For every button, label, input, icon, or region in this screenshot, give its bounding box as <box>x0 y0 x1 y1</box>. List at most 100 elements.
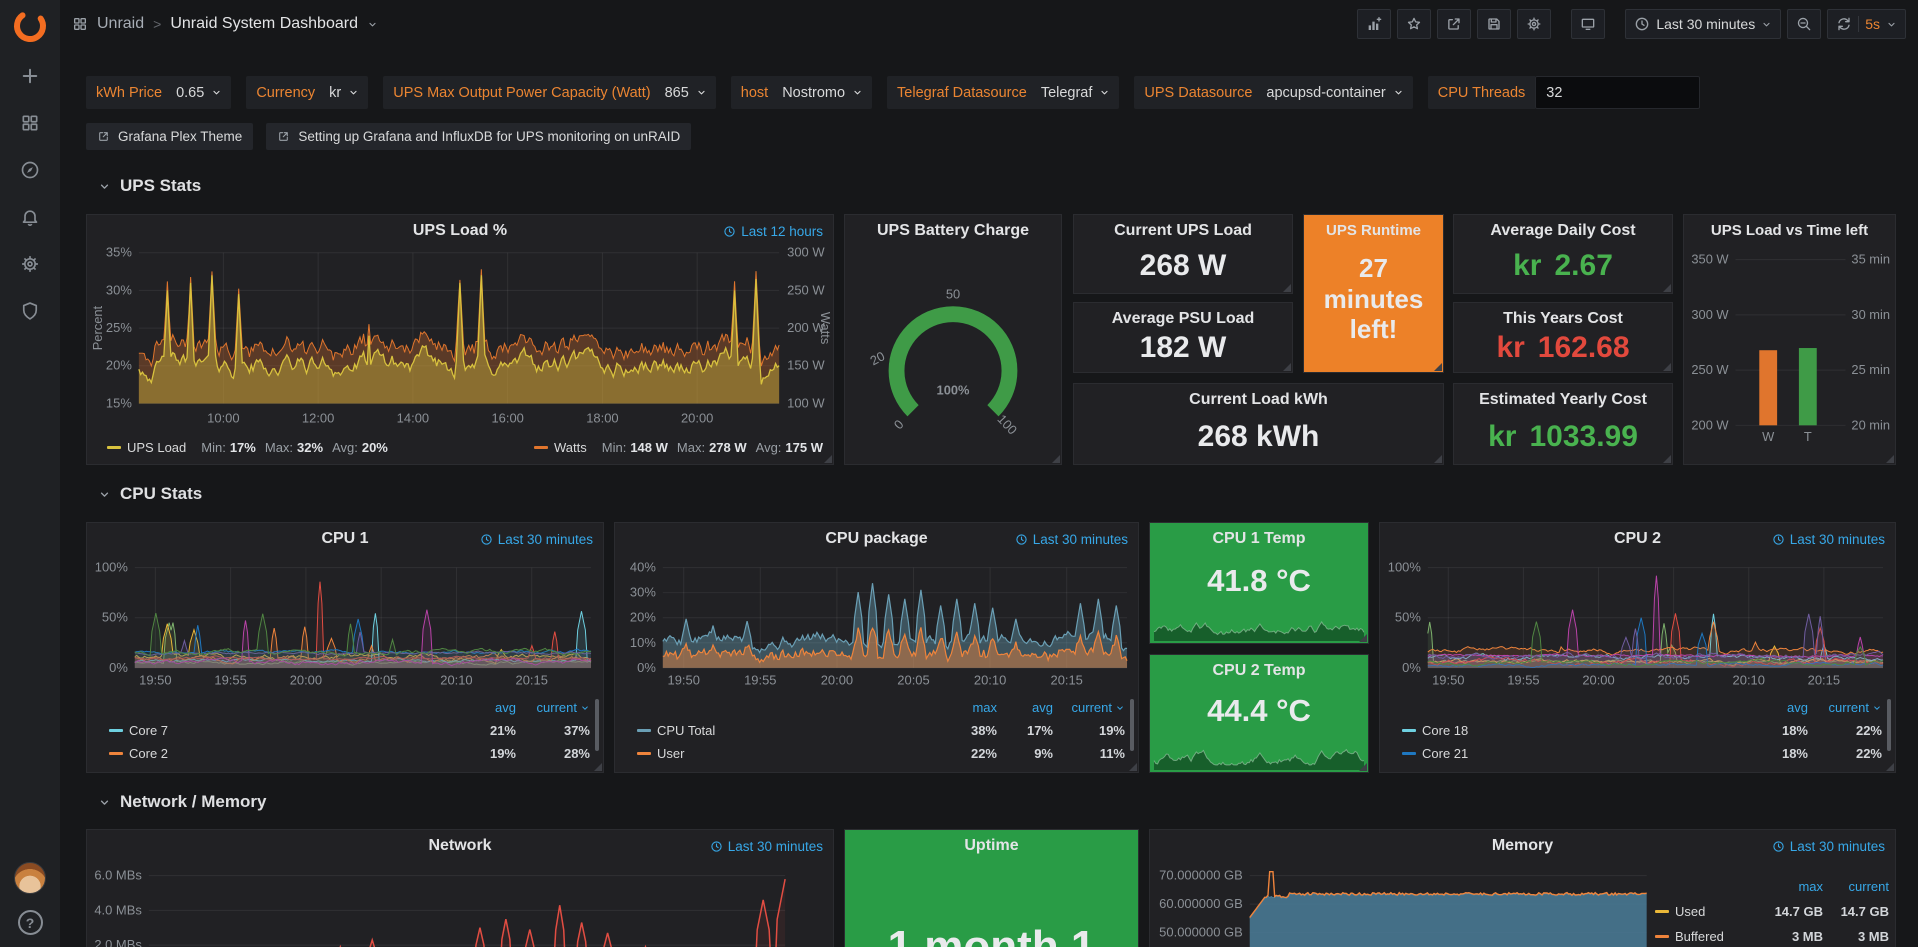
grafana-logo[interactable] <box>0 0 60 52</box>
series-swatch-icon <box>637 729 651 732</box>
variable-value[interactable]: Telegraf <box>1037 76 1120 109</box>
legend-row[interactable]: Core 21 18% 22% <box>1402 742 1882 765</box>
zoom-out-button[interactable] <box>1787 9 1821 39</box>
panel-title[interactable]: CPU 1 Temp <box>1150 530 1368 548</box>
help-icon[interactable]: ? <box>18 910 43 935</box>
legend-item[interactable]: UPS Load Min:17% Max:32% Avg:20% <box>107 440 388 455</box>
series-name[interactable]: Watts <box>554 440 587 455</box>
variable-cpu-threads[interactable]: CPU Threads <box>1428 76 1701 109</box>
panel-title[interactable]: Current Load kWh <box>1074 391 1443 409</box>
legend-scrollbar[interactable] <box>595 699 599 751</box>
cycle-view-mode-button[interactable] <box>1571 9 1605 39</box>
section-cpu-stats[interactable]: CPU Stats <box>98 484 202 504</box>
panel-time-range[interactable]: Last 30 minutes <box>480 532 593 547</box>
panel-title[interactable]: This Years Cost <box>1454 310 1672 328</box>
legend-scrollbar[interactable] <box>1887 699 1891 751</box>
page-title[interactable]: Unraid System Dashboard <box>170 15 358 33</box>
add-panel-button[interactable] <box>1357 9 1391 39</box>
star-dashboard-button[interactable] <box>1397 9 1431 39</box>
variable-ups-datasource[interactable]: UPS Datasourceapcupsd-container <box>1134 76 1412 109</box>
panel-title[interactable]: Average PSU Load <box>1074 310 1292 328</box>
legend-row[interactable]: Core 2 19% 28% <box>109 742 590 765</box>
legend-scrollbar[interactable] <box>1130 699 1134 751</box>
series-name[interactable]: Core 2 <box>129 746 168 761</box>
series-name[interactable]: UPS Load <box>127 440 186 455</box>
refresh-interval-label[interactable]: 5s <box>1865 16 1880 32</box>
section-network-memory[interactable]: Network / Memory <box>98 792 266 812</box>
variable-host[interactable]: hostNostromo <box>731 76 872 109</box>
series-name[interactable]: Core 18 <box>1422 723 1468 738</box>
legend-item[interactable]: Watts Min:148 W Max:278 W Avg:175 W <box>534 440 823 455</box>
variable-value[interactable]: 0.65 <box>172 76 231 109</box>
sidebar-item-configuration[interactable] <box>0 240 60 287</box>
legend-col-current[interactable]: current <box>1823 879 1889 894</box>
legend-row[interactable]: User 22% 9% 11% <box>637 742 1125 765</box>
panel-title[interactable]: Average Daily Cost <box>1454 222 1672 240</box>
variable-value[interactable]: 865 <box>661 76 716 109</box>
panel-time-range[interactable]: Last 30 minutes <box>1772 532 1885 547</box>
ups-load-vs-time-chart[interactable]: 350 W35 min300 W30 min250 W25 min200 W20… <box>1684 215 1895 464</box>
panel-title[interactable]: Uptime <box>845 837 1138 855</box>
legend-col-current[interactable]: current <box>1808 700 1882 715</box>
legend-row[interactable]: CPU Total 38% 17% 19% <box>637 719 1125 742</box>
panel-title[interactable]: UPS Battery Charge <box>845 222 1061 240</box>
breadcrumb-folder[interactable]: Unraid <box>97 15 144 33</box>
variable-kwh-price[interactable]: kWh Price0.65 <box>86 76 231 109</box>
sidebar-item-dashboards[interactable] <box>0 99 60 146</box>
legend-col-max[interactable]: max <box>1759 879 1823 894</box>
sidebar-item-server-admin[interactable] <box>0 287 60 334</box>
panel-time-range[interactable]: Last 12 hours <box>723 224 823 239</box>
legend-col-current[interactable]: current <box>1053 700 1125 715</box>
panel-time-range[interactable]: Last 30 minutes <box>1015 532 1128 547</box>
variable-currency[interactable]: Currencykr <box>246 76 368 109</box>
dashboard-settings-button[interactable] <box>1517 9 1551 39</box>
variable-value[interactable]: apcupsd-container <box>1262 76 1412 109</box>
panel-title[interactable]: Current UPS Load <box>1074 222 1292 240</box>
variable-ups-max-output[interactable]: UPS Max Output Power Capacity (Watt)865 <box>383 76 716 109</box>
series-name[interactable]: Core 21 <box>1422 746 1468 761</box>
variable-value[interactable]: Nostromo <box>778 76 872 109</box>
save-dashboard-button[interactable] <box>1477 9 1511 39</box>
chevron-down-icon <box>367 19 378 30</box>
sidebar-item-explore[interactable] <box>0 146 60 193</box>
sidebar-item-alerting[interactable] <box>0 193 60 240</box>
panel-time-range[interactable]: Last 30 minutes <box>1772 839 1885 854</box>
series-name[interactable]: User <box>657 746 684 761</box>
panel-title[interactable]: UPS Load vs Time left <box>1684 222 1895 239</box>
series-name[interactable]: CPU Total <box>657 723 715 738</box>
variable-value[interactable]: kr <box>325 76 368 109</box>
share-dashboard-button[interactable] <box>1437 9 1471 39</box>
section-ups-stats[interactable]: UPS Stats <box>98 176 201 196</box>
legend-col-avg[interactable]: avg <box>997 700 1053 715</box>
series-name[interactable]: Buffered <box>1675 929 1724 944</box>
legend-row[interactable]: Core 18 18% 22% <box>1402 719 1882 742</box>
legend-col-max[interactable]: max <box>941 700 997 715</box>
legend-row[interactable]: Used 14.7 GB 14.7 GB <box>1655 899 1889 924</box>
panel-time-range[interactable]: Last 30 minutes <box>710 839 823 854</box>
ups-load-chart[interactable]: 15%100 W20%150 W25%200 W30%250 W35%300 W… <box>87 215 833 464</box>
legend-row[interactable]: Buffered 3 MB 3 MB <box>1655 924 1889 947</box>
battery-gauge[interactable]: 02050100100% <box>845 215 1061 464</box>
panel-title[interactable]: CPU 2 Temp <box>1150 662 1368 680</box>
legend-col-current[interactable]: current <box>516 700 590 715</box>
legend-col-avg[interactable]: avg <box>1746 700 1808 715</box>
stat-value: 11% <box>1053 746 1125 761</box>
link-grafana-plex-theme[interactable]: Grafana Plex Theme <box>86 123 253 150</box>
panel-title[interactable]: UPS Load % <box>87 222 833 240</box>
legend-row[interactable]: Core 7 21% 37% <box>109 719 590 742</box>
dashboards-grid-icon <box>20 113 40 133</box>
series-name[interactable]: Core 7 <box>129 723 168 738</box>
panel-title[interactable]: UPS Runtime <box>1304 222 1443 239</box>
variable-telegraf-datasource[interactable]: Telegraf DatasourceTelegraf <box>887 76 1119 109</box>
svg-text:200 W: 200 W <box>1691 417 1729 432</box>
cpu-threads-input[interactable] <box>1535 76 1700 109</box>
link-ups-monitoring-guide[interactable]: Setting up Grafana and InfluxDB for UPS … <box>266 123 691 150</box>
breadcrumb[interactable]: Unraid > Unraid System Dashboard <box>72 15 378 33</box>
user-avatar[interactable] <box>14 862 46 894</box>
panel-title[interactable]: Estimated Yearly Cost <box>1454 391 1672 409</box>
sidebar-item-create[interactable] <box>0 52 60 99</box>
series-name[interactable]: Used <box>1675 904 1705 919</box>
time-range-picker[interactable]: Last 30 minutes <box>1625 9 1781 39</box>
legend-col-avg[interactable]: avg <box>454 700 516 715</box>
refresh-button[interactable]: 5s <box>1827 9 1906 39</box>
